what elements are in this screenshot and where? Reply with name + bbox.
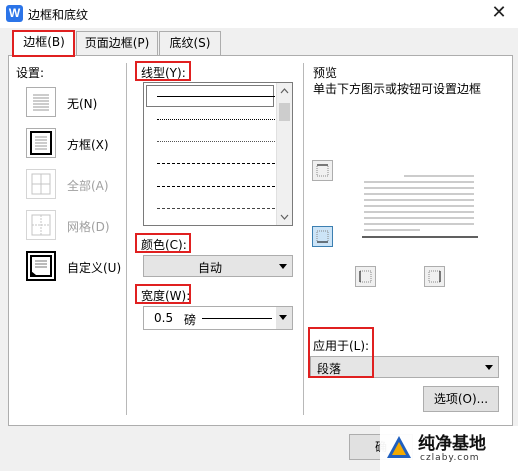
- line-style-scrollbar[interactable]: [276, 83, 292, 225]
- tab-border[interactable]: 边框(B): [13, 30, 75, 56]
- line-option-dotted-fine[interactable]: [157, 141, 275, 142]
- tab-shading[interactable]: 底纹(S): [159, 31, 221, 55]
- settings-label: 设置:: [16, 66, 45, 80]
- border-left-button[interactable]: [355, 266, 376, 287]
- title-bar: W 边框和底纹 ✕: [0, 0, 518, 28]
- window-title: 边框和底纹: [28, 8, 89, 22]
- width-dropdown[interactable]: 0.5 磅: [143, 306, 293, 330]
- apply-to-label: 应用于(L):: [313, 339, 370, 353]
- setting-grid-icon: [26, 210, 56, 240]
- border-top-button[interactable]: [312, 160, 333, 181]
- apply-to-dropdown[interactable]: 段落: [310, 356, 499, 378]
- preview-label: 预览: [313, 66, 338, 80]
- color-label: 颜色(C):: [141, 238, 187, 252]
- width-line-sample: [202, 318, 272, 319]
- preview-hint: 单击下方图示或按钮可设置边框: [313, 82, 482, 96]
- width-value: 0.5: [154, 311, 174, 325]
- watermark-title: 纯净基地: [418, 434, 486, 454]
- setting-none-label[interactable]: 无(N): [67, 95, 97, 112]
- wps-app-icon: W: [6, 5, 23, 22]
- setting-custom-label[interactable]: 自定义(U): [67, 259, 121, 276]
- divider-right: [303, 63, 304, 415]
- line-style-label: 线型(Y):: [141, 66, 186, 80]
- line-option-dash-dot[interactable]: [157, 186, 275, 187]
- setting-all-label: 全部(A): [67, 179, 109, 193]
- setting-custom-icon[interactable]: [26, 251, 56, 281]
- border-right-button[interactable]: [424, 266, 445, 287]
- setting-box-label[interactable]: 方框(X): [67, 136, 109, 153]
- setting-all-icon: [26, 169, 56, 199]
- chevron-down-icon: [485, 365, 493, 370]
- watermark-logo-icon: [387, 436, 411, 458]
- watermark: 纯净基地 czlaby.com: [380, 426, 518, 471]
- setting-none-icon[interactable]: [26, 87, 56, 117]
- options-button[interactable]: 选项(O)...: [423, 386, 499, 412]
- color-dropdown[interactable]: 自动: [143, 255, 293, 277]
- line-option-dash-dot-dot[interactable]: [157, 208, 275, 209]
- preview-area[interactable]: [360, 170, 480, 240]
- tab-page-border[interactable]: 页面边框(P): [76, 31, 158, 55]
- line-style-listbox[interactable]: [143, 82, 293, 226]
- width-unit: 磅: [184, 313, 197, 327]
- close-icon[interactable]: ✕: [488, 2, 510, 24]
- chevron-down-icon: [279, 264, 287, 269]
- chevron-down-icon: [279, 315, 287, 320]
- line-option-solid[interactable]: [157, 96, 275, 97]
- setting-grid-label: 网格(D): [67, 220, 110, 234]
- divider-left: [126, 63, 127, 415]
- border-bottom-button[interactable]: [312, 226, 333, 247]
- watermark-url: czlaby.com: [420, 453, 480, 463]
- apply-to-value: 段落: [317, 362, 342, 376]
- line-option-dotted[interactable]: [157, 119, 275, 120]
- width-label: 宽度(W):: [141, 289, 191, 303]
- setting-box-icon[interactable]: [26, 128, 56, 158]
- color-value: 自动: [197, 261, 222, 275]
- line-option-dashed[interactable]: [157, 163, 275, 164]
